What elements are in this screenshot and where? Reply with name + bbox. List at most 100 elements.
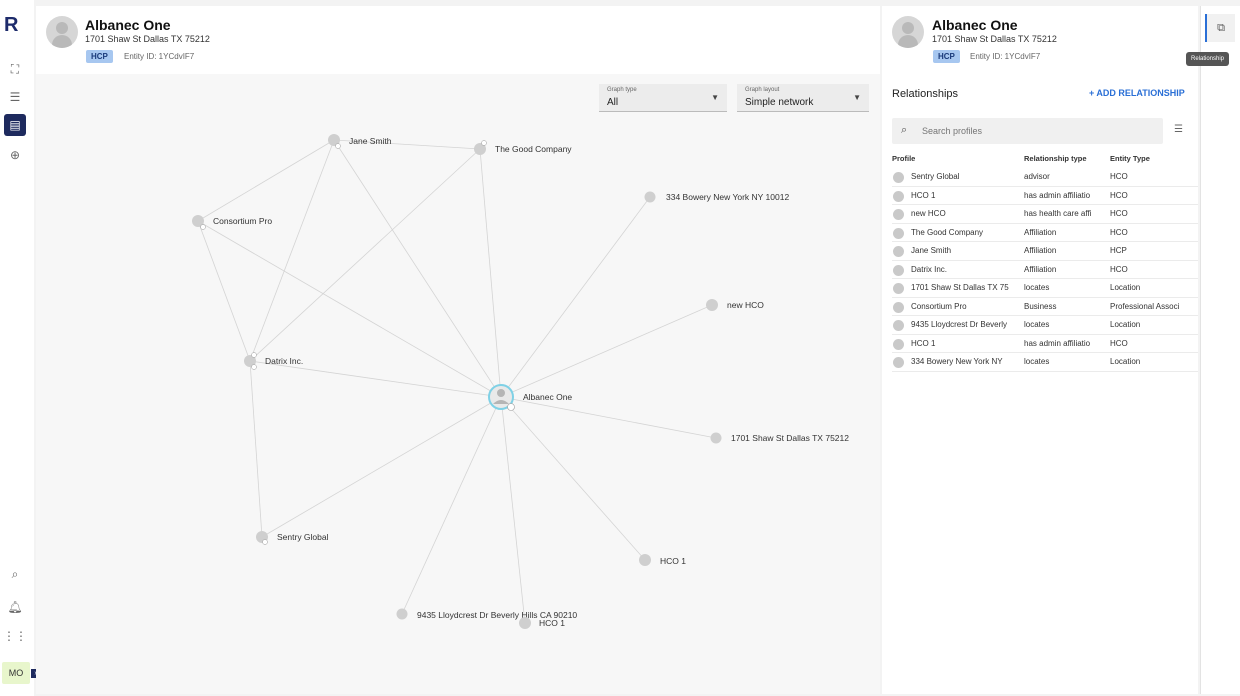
- search-profiles-box: ⌕: [892, 118, 1163, 144]
- edge: [500, 396, 526, 624]
- column-header-profile[interactable]: Profile: [892, 154, 915, 163]
- entity-type-cell: Location: [1110, 283, 1141, 292]
- svg-text:HCO 1: HCO 1: [660, 556, 686, 566]
- graph-type-label: Graph type: [607, 87, 637, 93]
- table-row[interactable]: 9435 Lloydcrest Dr Beverly locates Locatio…: [892, 316, 1198, 335]
- add-circle-icon[interactable]: ⊕: [4, 144, 26, 166]
- node-bowery[interactable]: 334 Bowery New York NY 10012: [644, 191, 790, 203]
- node-shaw[interactable]: 1701 Shaw St Dallas TX 75212: [710, 432, 850, 444]
- entity-type-cell: HCO: [1110, 227, 1128, 237]
- profile-icon: [893, 283, 904, 294]
- svg-text:334 Bowery New York NY 10012: 334 Bowery New York NY 10012: [666, 192, 789, 202]
- edge: [197, 139, 335, 222]
- edge: [500, 396, 646, 561]
- svg-text:Sentry Global: Sentry Global: [277, 532, 329, 542]
- apps-grid-icon[interactable]: ⋮⋮: [3, 625, 27, 647]
- edge: [249, 148, 481, 362]
- node-hco1-a[interactable]: HCO 1: [639, 554, 686, 566]
- table-row[interactable]: Consortium Pro Business Professional Assoc…: [892, 298, 1198, 316]
- entity-type-cell: Location: [1110, 357, 1141, 366]
- graph-layout-select[interactable]: Graph layout Simple network ▼: [737, 84, 869, 112]
- panel-entity-type-badge: HCP: [933, 50, 960, 63]
- user-avatar[interactable]: MO: [2, 662, 30, 684]
- edge: [197, 220, 251, 362]
- relationship-type-cell: locates: [1024, 357, 1050, 366]
- bell-icon[interactable]: 🔔︎: [4, 596, 26, 618]
- profile-cell: HCO 1: [911, 338, 936, 348]
- relationship-type-cell: has health care affi: [1024, 209, 1092, 218]
- relationship-type-cell: Affiliation: [1024, 246, 1057, 255]
- panel-entity-id: Entity ID: 1YCdvIF7: [970, 52, 1041, 61]
- relationships-title: Relationships: [892, 88, 959, 100]
- profile-icon: [893, 227, 904, 239]
- search-profiles-input[interactable]: [922, 123, 1142, 139]
- profile-icon: [893, 264, 904, 276]
- edge: [500, 396, 717, 439]
- column-header-relationship-type[interactable]: Relationship type: [1024, 154, 1087, 163]
- edge: [197, 220, 502, 398]
- edge: [249, 360, 502, 398]
- node-hco1-b[interactable]: HCO 1: [519, 617, 565, 629]
- dashboard-icon[interactable]: ▤: [4, 114, 26, 136]
- entity-type-cell: HCO: [1110, 264, 1128, 274]
- table-row[interactable]: HCO 1 has admin affiliatio HCO: [892, 335, 1198, 353]
- profile-icon: [893, 357, 904, 368]
- node-jane[interactable]: Jane Smith: [328, 134, 392, 149]
- node-center[interactable]: Albanec One: [488, 384, 572, 411]
- app-root: R ⛶ ☰ ▤ ⊕ ⌕ 🔔︎ ⋮⋮ MO ›: [0, 0, 1240, 696]
- graph-layout-value: Simple network: [745, 97, 814, 108]
- profile-icon: [893, 320, 904, 331]
- edge: [500, 304, 713, 398]
- entity-type-cell: HCO: [1110, 338, 1128, 348]
- relationship-type-cell: Affiliation: [1024, 264, 1057, 274]
- profile-cell: 1701 Shaw St Dallas TX 75: [911, 283, 1009, 292]
- graph-type-select[interactable]: Graph type All ▼: [599, 84, 727, 112]
- entity-type-cell: Location: [1110, 320, 1141, 329]
- svg-text:1701 Shaw St Dallas TX 75212: 1701 Shaw St Dallas TX 75212: [731, 433, 849, 443]
- table-row[interactable]: 334 Bowery New York NY locates Location: [892, 353, 1198, 372]
- app-logo[interactable]: R: [4, 14, 18, 37]
- entity-type-cell: HCO: [1110, 209, 1128, 218]
- svg-text:Consortium Pro: Consortium Pro: [213, 216, 272, 226]
- add-relationship-button[interactable]: + ADD RELATIONSHIP: [1089, 88, 1185, 98]
- filter-icon[interactable]: ☰: [1174, 124, 1183, 135]
- relationship-type-cell: Affiliation: [1024, 227, 1057, 237]
- node-goodco[interactable]: The Good Company: [474, 140, 572, 156]
- profile-icon: [893, 301, 904, 313]
- chevron-down-icon: ▼: [853, 93, 861, 102]
- entity-id: Entity ID: 1YCdvIF7: [124, 52, 195, 61]
- relationship-type-cell: Business: [1024, 301, 1057, 311]
- map-icon[interactable]: ⛶: [4, 58, 26, 80]
- chevron-down-icon: ▼: [711, 93, 719, 102]
- svg-text:The Good Company: The Good Company: [495, 144, 572, 154]
- profile-name: Albanec One: [85, 17, 171, 33]
- edge: [479, 148, 502, 398]
- entity-type-badge: HCP: [86, 50, 113, 63]
- search-icon[interactable]: ⌕: [4, 563, 26, 585]
- relationship-panel-icon[interactable]: ⧉: [1205, 14, 1235, 42]
- column-header-entity-type[interactable]: Entity Type: [1110, 154, 1150, 163]
- table-row[interactable]: The Good Company Affiliation HCO: [892, 224, 1198, 242]
- graph-layout-label: Graph layout: [745, 87, 780, 93]
- entity-type-cell: HCO: [1110, 190, 1128, 200]
- table-row[interactable]: Jane Smith Affiliation HCP: [892, 242, 1198, 261]
- profile-icon: [893, 209, 904, 220]
- table-row[interactable]: Sentry Global advisor HCO: [892, 168, 1198, 187]
- node-sentry[interactable]: Sentry Global: [256, 531, 329, 545]
- table-row[interactable]: Datrix Inc. Affiliation HCO: [892, 261, 1198, 279]
- profile-header: Albanec One 1701 Shaw St Dallas TX 75212…: [36, 6, 880, 74]
- table-row[interactable]: 1701 Shaw St Dallas TX 75 locates Location: [892, 279, 1198, 298]
- profile-cell: new HCO: [911, 209, 946, 218]
- table-row[interactable]: new HCO has health care affi HCO: [892, 205, 1198, 224]
- profile-icon: [893, 246, 904, 257]
- table-row[interactable]: HCO 1 has admin affiliatio HCO: [892, 187, 1198, 205]
- relationship-type-cell: advisor: [1024, 172, 1050, 181]
- graph-type-value: All: [607, 97, 619, 108]
- search-list-icon[interactable]: ☰: [4, 86, 26, 108]
- node-newhco[interactable]: new HCO: [706, 299, 764, 311]
- profile-cell: 334 Bowery New York NY: [911, 357, 1003, 366]
- node-datrix[interactable]: Datrix Inc.: [244, 352, 303, 370]
- edge: [333, 139, 502, 398]
- search-icon: ⌕: [901, 124, 908, 136]
- panel-profile-name: Albanec One: [932, 17, 1018, 33]
